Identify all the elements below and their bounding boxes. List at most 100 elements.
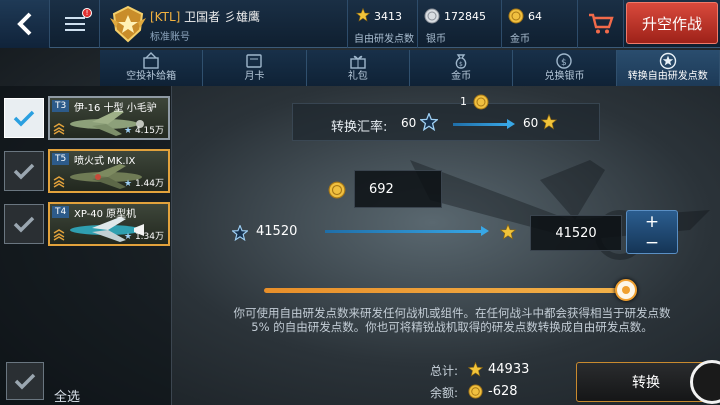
gold-coin-icon — [508, 8, 524, 24]
player-name: 卫国者 彡雄鹰 — [184, 10, 260, 24]
free-xp-value: 3413 — [374, 10, 402, 23]
tab-label: 金币 — [451, 71, 472, 82]
tab-monthly-card[interactable]: 月卡 — [203, 50, 307, 86]
gold-value: 64 — [528, 10, 542, 23]
tab-bar: 空投补给箱 月卡 礼包 $ 金币 $ 兑换银币 转换自由研发点数 — [100, 50, 720, 86]
menu-button[interactable] — [50, 0, 100, 48]
gold-coin-icon — [473, 94, 489, 110]
gold-label: 金币 — [510, 34, 530, 45]
notification-badge: ! — [82, 8, 92, 18]
select-all-label: 全选 — [54, 390, 81, 405]
rank-chevron-icon — [53, 229, 65, 241]
checkmark-icon — [13, 216, 35, 233]
rate-label: 转换汇率: — [331, 120, 388, 135]
tab-exchange-silver[interactable]: $ 兑换银币 — [513, 50, 617, 86]
back-button[interactable] — [0, 0, 50, 48]
checkmark-icon — [13, 110, 35, 127]
increase-button[interactable]: + — [627, 211, 677, 233]
rank-emblem-icon — [110, 5, 146, 43]
silver-currency[interactable]: 172845 银币 — [418, 0, 502, 48]
aircraft-checkbox[interactable] — [4, 98, 44, 138]
aircraft-list: T3 伊-16 十型 小毛驴 ★ 4.15万 T5 喷火式 MK.IX ★ 1.… — [0, 86, 172, 405]
shop-cart-button[interactable] — [578, 0, 624, 48]
star-icon: ★ — [124, 232, 133, 242]
rate-from-value: 60 — [401, 116, 417, 130]
aircraft-points-value: 1.34万 — [134, 232, 164, 242]
amount-slider-track[interactable] — [264, 288, 626, 293]
chevron-left-icon — [16, 12, 31, 36]
tier-badge: T4 — [52, 206, 70, 218]
aircraft-card[interactable]: T3 伊-16 十型 小毛驴 ★ 4.15万 — [48, 96, 170, 140]
aircraft-card[interactable]: T5 喷火式 MK.IX ★ 1.44万 — [48, 149, 170, 193]
total-label: 总计: — [430, 364, 459, 378]
tier-badge: T3 — [52, 100, 70, 112]
tier-badge: T5 — [52, 153, 70, 165]
list-item[interactable]: T3 伊-16 十型 小毛驴 ★ 4.15万 — [4, 96, 170, 140]
tab-label: 兑换银币 — [544, 71, 585, 82]
exchange-rate-panel: 转换汇率: 60 60 — [292, 103, 600, 141]
balance-label: 余额: — [430, 386, 459, 400]
player-name-line: [KTL] 卫国者 彡雄鹰 — [150, 8, 260, 25]
convert-arrow — [325, 230, 483, 233]
checkmark-icon — [13, 163, 35, 180]
description-text: 你可使用自由研发点数来研发任何战机或组件。在任何战斗中都会获得相当于研发点数 5… — [233, 306, 671, 334]
shopping-cart-icon — [588, 13, 614, 34]
amount-stepper: + − — [626, 210, 678, 254]
list-item[interactable]: T4 XP-40 原型机 ★ 1.34万 — [4, 202, 170, 246]
tab-label: 转换自由研发点数 — [627, 71, 708, 82]
tab-gold[interactable]: $ 金币 — [410, 50, 514, 86]
amount-slider-handle[interactable] — [615, 279, 637, 301]
gold-star-icon — [541, 114, 557, 130]
rank-chevron-icon — [53, 123, 65, 135]
tab-gift-pack[interactable]: 礼包 — [307, 50, 410, 86]
rank-chevron-icon — [53, 176, 65, 188]
decrease-button[interactable]: − — [627, 233, 677, 255]
free-xp-label: 自由研发点数 — [354, 34, 414, 45]
tab-airdrop-crate[interactable]: 空投补给箱 — [100, 50, 204, 86]
tab-convert-free-xp[interactable]: 转换自由研发点数 — [616, 50, 720, 86]
aircraft-name: 伊-16 十型 小毛驴 — [74, 103, 157, 114]
aircraft-card[interactable]: T4 XP-40 原型机 ★ 1.34万 — [48, 202, 170, 246]
star-icon: ★ — [124, 126, 133, 136]
gold-star-icon — [356, 8, 370, 22]
rate-arrow — [453, 123, 509, 126]
clan-tag: [KTL] — [150, 10, 181, 24]
select-all-checkbox[interactable] — [6, 362, 44, 400]
aircraft-research-points: ★ 1.44万 — [124, 176, 164, 189]
gold-cost-field: 692 — [354, 170, 442, 208]
balance-value: -628 — [488, 384, 518, 399]
blue-star-icon — [420, 113, 438, 131]
silver-coin-icon — [424, 8, 440, 24]
arrow-right-icon — [507, 119, 515, 129]
list-item[interactable]: T5 喷火式 MK.IX ★ 1.44万 — [4, 149, 170, 193]
source-points-value: 41520 — [256, 224, 298, 239]
gold-star-icon — [500, 224, 516, 240]
player-profile[interactable]: [KTL] 卫国者 彡雄鹰 标准账号 — [104, 0, 348, 48]
aircraft-name: 喷火式 MK.IX — [74, 156, 136, 167]
gold-star-icon — [468, 362, 483, 377]
aircraft-checkbox[interactable] — [4, 204, 44, 244]
gold-currency[interactable]: 64 金币 — [502, 0, 578, 48]
star-icon: ★ — [124, 179, 133, 189]
tab-label: 空投补给箱 — [126, 71, 177, 82]
gold-coin-icon — [468, 384, 483, 399]
tab-label: 礼包 — [347, 71, 368, 82]
silver-label: 银币 — [426, 34, 446, 45]
total-value: 44933 — [488, 362, 530, 377]
checkmark-icon — [14, 373, 36, 390]
menu-icon — [64, 17, 85, 31]
rate-gold-cost: 1 — [460, 95, 467, 108]
aircraft-name: XP-40 原型机 — [74, 209, 137, 220]
tab-label: 月卡 — [244, 71, 265, 82]
account-type: 标准账号 — [150, 32, 190, 43]
takeoff-button[interactable]: 升空作战 — [626, 2, 718, 44]
rate-to-value: 60 — [523, 116, 539, 130]
aircraft-checkbox[interactable] — [4, 151, 44, 191]
free-xp-currency[interactable]: 3413 自由研发点数 — [348, 0, 418, 48]
target-points-field[interactable]: 41520 — [530, 215, 622, 251]
aircraft-research-points: ★ 4.15万 — [124, 123, 164, 136]
aircraft-points-value: 1.44万 — [134, 179, 164, 189]
aircraft-research-points: ★ 1.34万 — [124, 229, 164, 242]
gold-coin-icon — [328, 181, 346, 199]
silver-value: 172845 — [444, 10, 486, 23]
